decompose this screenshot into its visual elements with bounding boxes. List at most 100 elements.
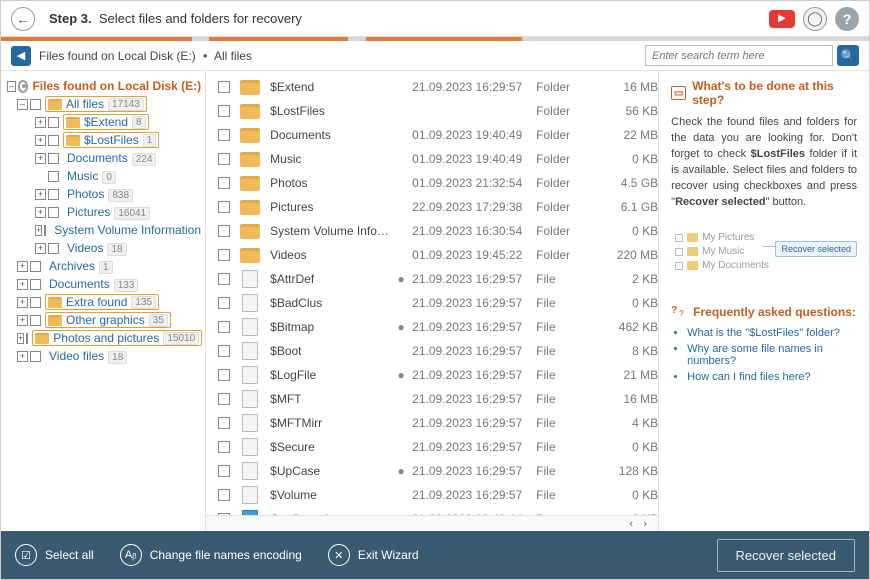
twist-icon[interactable]: + — [17, 315, 28, 326]
checkbox[interactable] — [218, 369, 230, 381]
file-row[interactable]: Music01.09.2023 19:40:49Folder0 KB — [206, 147, 658, 171]
tree-category[interactable]: +Other graphics35 — [5, 311, 201, 329]
exit-wizard-button[interactable]: ✕ Exit Wizard — [328, 544, 419, 566]
checkbox[interactable] — [218, 153, 230, 165]
checkbox[interactable] — [218, 129, 230, 141]
twist-icon[interactable]: + — [35, 189, 46, 200]
file-row[interactable]: $UpCase●21.09.2023 16:29:57File128 KB — [206, 459, 658, 483]
checkbox[interactable] — [218, 393, 230, 405]
file-row[interactable]: Configuration.txt●01.09.2023 19:40:44Doc… — [206, 507, 658, 515]
tree-root[interactable]: – Files found on Local Disk (E:) — [5, 77, 201, 95]
checkbox[interactable] — [30, 297, 41, 308]
checkbox[interactable] — [48, 153, 59, 164]
checkbox[interactable] — [48, 189, 59, 200]
twist-icon[interactable]: + — [17, 279, 28, 290]
select-all-button[interactable]: ☑ Select all — [15, 544, 94, 566]
help-icon[interactable]: ? — [835, 7, 859, 31]
checkbox[interactable] — [218, 201, 230, 213]
tree-item[interactable]: +$Extend8 — [5, 113, 201, 131]
tree-category[interactable]: +Video files18 — [5, 347, 201, 365]
checkbox[interactable] — [218, 297, 230, 309]
tree-item[interactable]: +$LostFiles1 — [5, 131, 201, 149]
youtube-icon[interactable]: ▶ — [769, 10, 795, 28]
tree-category[interactable]: +Photos and pictures15010 — [5, 329, 201, 347]
checkbox[interactable] — [44, 225, 46, 236]
checkbox[interactable] — [218, 177, 230, 189]
checkbox[interactable] — [218, 81, 230, 93]
checkbox[interactable] — [48, 117, 59, 128]
file-row[interactable]: Videos01.09.2023 19:45:22Folder220 MB — [206, 243, 658, 267]
recover-selected-button[interactable]: Recover selected — [717, 539, 855, 572]
checkbox[interactable] — [30, 261, 41, 272]
checkbox[interactable] — [218, 321, 230, 333]
twist-icon[interactable]: + — [17, 351, 28, 362]
checkbox[interactable] — [218, 417, 230, 429]
checkbox[interactable] — [218, 465, 230, 477]
user-icon[interactable]: ◯ — [803, 7, 827, 31]
file-row[interactable]: Pictures22.09.2023 17:29:38Folder6.1 GB — [206, 195, 658, 219]
scroll-left-icon[interactable]: ‹ — [624, 518, 638, 530]
checkbox[interactable] — [218, 249, 230, 261]
breadcrumb-part[interactable]: Files found on Local Disk (E:) — [39, 49, 196, 63]
tree-item[interactable]: +Videos18 — [5, 239, 201, 257]
checkbox[interactable] — [218, 441, 230, 453]
checkbox[interactable] — [30, 279, 41, 290]
search-input[interactable] — [645, 45, 833, 66]
file-row[interactable]: $MFTMirr21.09.2023 16:29:57File4 KB — [206, 411, 658, 435]
file-row[interactable]: $Volume21.09.2023 16:29:57File0 KB — [206, 483, 658, 507]
file-row[interactable]: $Extend21.09.2023 16:29:57Folder16 MB — [206, 75, 658, 99]
checkbox[interactable] — [218, 345, 230, 357]
scroll-right-icon[interactable]: › — [638, 518, 652, 530]
tree-item[interactable]: +Pictures16041 — [5, 203, 201, 221]
twist-icon[interactable]: + — [35, 117, 46, 128]
faq-link[interactable]: What is the "$LostFiles" folder? — [687, 327, 857, 339]
horizontal-scrollbar[interactable]: ‹ › — [206, 515, 658, 531]
search-button[interactable]: 🔍 — [837, 45, 859, 66]
faq-link[interactable]: Why are some file names in numbers? — [687, 343, 857, 367]
tree-item[interactable]: +Photos838 — [5, 185, 201, 203]
tree-item[interactable]: +System Volume Information2 — [5, 221, 201, 239]
file-row[interactable]: $AttrDef●21.09.2023 16:29:57File2 KB — [206, 267, 658, 291]
twist-icon[interactable]: + — [35, 207, 46, 218]
back-button[interactable]: ← — [11, 7, 35, 31]
faq-link[interactable]: How can I find files here? — [687, 371, 857, 383]
file-row[interactable]: Documents01.09.2023 19:40:49Folder22 MB — [206, 123, 658, 147]
twist-icon[interactable]: + — [35, 225, 42, 236]
file-row[interactable]: $Secure21.09.2023 16:29:57File0 KB — [206, 435, 658, 459]
twist-icon[interactable]: – — [17, 99, 28, 110]
checkbox[interactable] — [48, 243, 59, 254]
file-row[interactable]: $BadClus21.09.2023 16:29:57File0 KB — [206, 291, 658, 315]
tree-item[interactable]: +Documents224 — [5, 149, 201, 167]
file-row[interactable]: $LogFile●21.09.2023 16:29:57File21 MB — [206, 363, 658, 387]
tree-item[interactable]: Music0 — [5, 167, 201, 185]
encoding-button[interactable]: Aᵦ Change file names encoding — [120, 544, 302, 566]
checkbox[interactable] — [30, 99, 41, 110]
checkbox[interactable] — [30, 351, 41, 362]
checkbox[interactable] — [218, 225, 230, 237]
checkbox[interactable] — [218, 489, 230, 501]
file-row[interactable]: $MFT21.09.2023 16:29:57File16 MB — [206, 387, 658, 411]
twist-icon[interactable]: + — [17, 261, 28, 272]
breadcrumb-part[interactable]: All files — [214, 49, 252, 63]
file-row[interactable]: $Bitmap●21.09.2023 16:29:57File462 KB — [206, 315, 658, 339]
twist-icon[interactable]: – — [7, 81, 16, 92]
tree-allfiles[interactable]: – All files 17143 — [5, 95, 201, 113]
twist-icon[interactable]: + — [35, 243, 46, 254]
checkbox[interactable] — [48, 171, 59, 182]
twist-icon[interactable]: + — [35, 135, 46, 146]
file-row[interactable]: System Volume Info…21.09.2023 16:30:54Fo… — [206, 219, 658, 243]
file-row[interactable]: Photos01.09.2023 21:32:54Folder4.5 GB — [206, 171, 658, 195]
checkbox[interactable] — [26, 333, 28, 344]
breadcrumb-back-button[interactable]: ◀ — [11, 46, 31, 66]
twist-icon[interactable]: + — [17, 333, 24, 344]
checkbox[interactable] — [218, 273, 230, 285]
checkbox[interactable] — [30, 315, 41, 326]
checkbox[interactable] — [218, 105, 230, 117]
checkbox[interactable] — [48, 207, 59, 218]
file-row[interactable]: $LostFilesFolder56 KB — [206, 99, 658, 123]
file-row[interactable]: $Boot21.09.2023 16:29:57File8 KB — [206, 339, 658, 363]
tree-category[interactable]: +Archives1 — [5, 257, 201, 275]
tree-category[interactable]: +Documents133 — [5, 275, 201, 293]
twist-icon[interactable]: + — [17, 297, 28, 308]
twist-icon[interactable] — [35, 171, 46, 182]
